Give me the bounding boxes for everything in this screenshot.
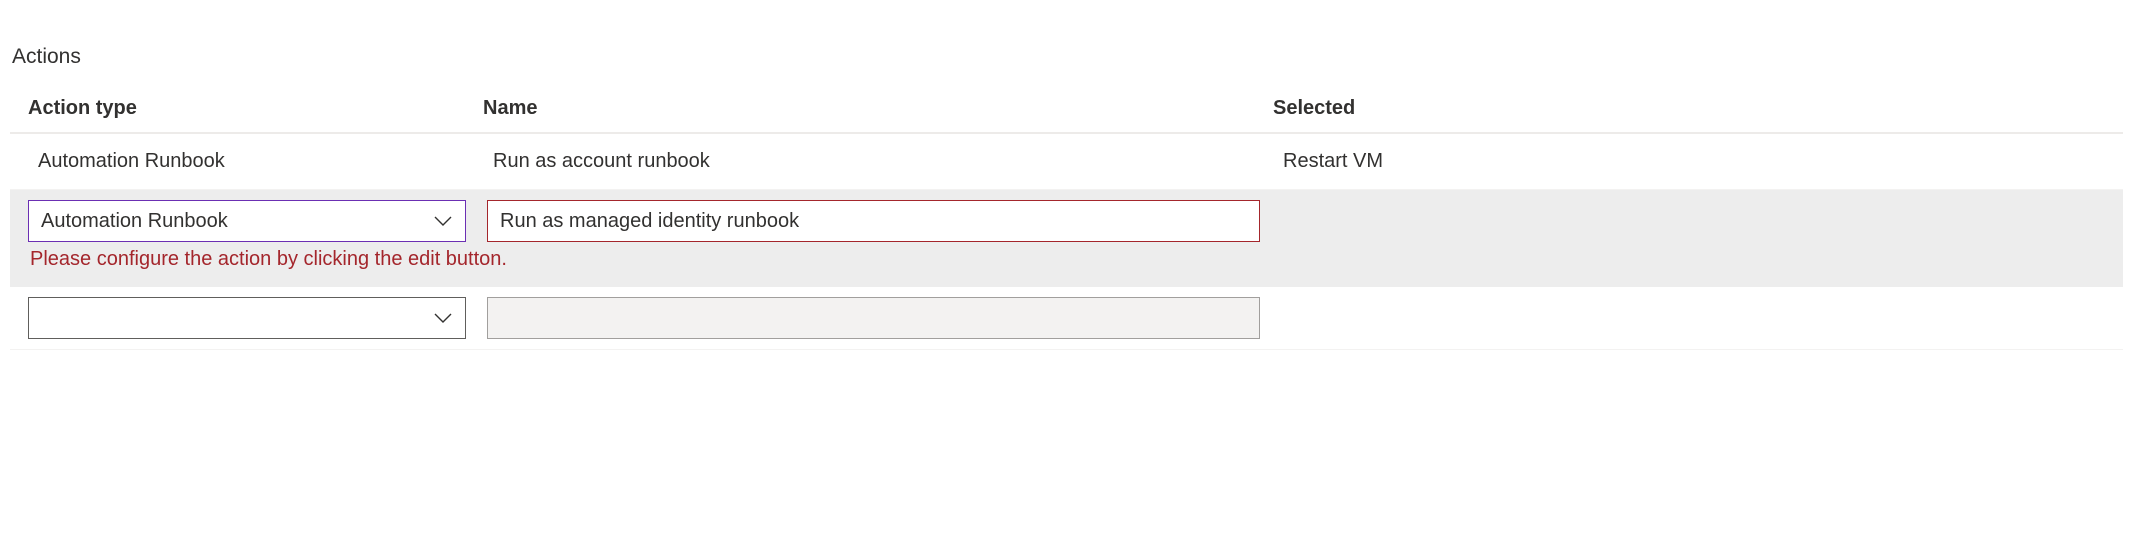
cell-action-type: Automation Runbook [38, 150, 493, 173]
table-row-empty [10, 287, 2123, 350]
cell-name-edit [487, 200, 1277, 242]
cell-action-type-empty [28, 297, 487, 339]
section-title: Actions [12, 45, 2123, 69]
cell-action-type-edit: Automation Runbook [28, 200, 487, 242]
name-input[interactable] [487, 200, 1260, 242]
table-header: Action type Name Selected [10, 89, 2123, 134]
cell-selected: Restart VM [1283, 150, 2123, 173]
dropdown-value: Automation Runbook [41, 210, 228, 233]
name-input-empty[interactable] [487, 297, 1260, 339]
chevron-down-icon [433, 211, 453, 231]
table-row-editable: Automation Runbook Please configure the … [10, 190, 2123, 287]
header-selected: Selected [1273, 97, 2123, 120]
validation-message: Please configure the action by clicking … [28, 242, 2123, 277]
actions-table: Action type Name Selected Automation Run… [10, 89, 2123, 350]
chevron-down-icon [433, 308, 453, 328]
action-type-dropdown[interactable]: Automation Runbook [28, 200, 466, 242]
action-type-dropdown-empty[interactable] [28, 297, 466, 339]
header-action-type: Action type [28, 97, 483, 120]
table-row: Automation Runbook Run as account runboo… [10, 134, 2123, 190]
cell-name: Run as account runbook [493, 150, 1283, 173]
header-name: Name [483, 97, 1273, 120]
cell-name-empty [487, 297, 1277, 339]
